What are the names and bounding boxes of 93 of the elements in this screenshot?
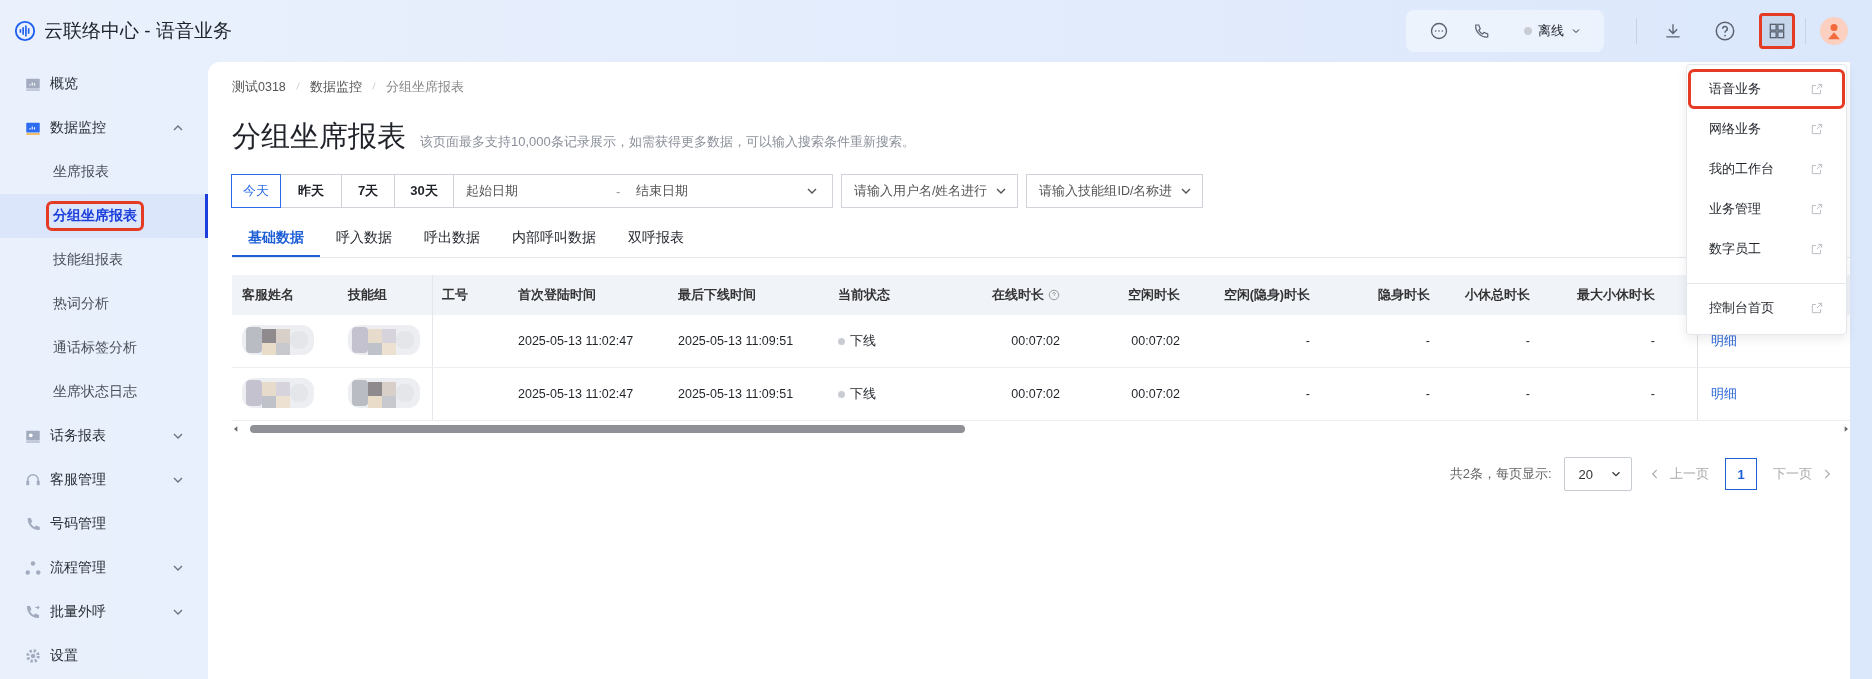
sidebar-item[interactable]: 号码管理 (0, 502, 208, 546)
sidebar-item[interactable]: 客服管理 (0, 458, 208, 502)
table-cell: 2025-05-13 11:02:47 (518, 334, 634, 348)
sidebar-item[interactable]: 设置 (0, 634, 208, 678)
logo-icon (14, 20, 36, 42)
scroll-right-icon (1842, 425, 1850, 433)
help-icon (1714, 20, 1736, 42)
status-label: 下线 (838, 332, 876, 350)
table-cell: - (1425, 334, 1430, 348)
sidebar-subitem[interactable]: 热词分析 (0, 282, 208, 326)
scrollbar-thumb[interactable] (250, 425, 965, 433)
phone-arrow-icon (24, 603, 42, 621)
date-preset-button[interactable]: 30天 (394, 174, 454, 208)
page-size-select[interactable]: 20 (1563, 457, 1632, 491)
column-header: 隐身时长 (1378, 286, 1430, 304)
total-count: 共2条，每页显示: (1449, 465, 1552, 483)
date-preset-button[interactable]: 昨天 (280, 174, 342, 208)
page-button[interactable]: 1 (1725, 458, 1757, 490)
external-link-icon (1810, 301, 1824, 315)
table-cell: 2025-05-13 11:09:51 (678, 334, 794, 348)
menu-item[interactable]: 网络业务 (1688, 109, 1845, 149)
page-note: 该页面最多支持10,000条记录展示，如需获得更多数据，可以输入搜索条件重新搜索。 (420, 133, 915, 151)
column-header: 空闲(隐身)时长 (1223, 286, 1310, 304)
date-preset-button[interactable]: 今天 (231, 174, 281, 208)
nodes-icon (24, 559, 42, 577)
tab[interactable]: 呼入数据 (320, 219, 408, 257)
external-link-icon (1810, 162, 1824, 176)
external-link-icon (1810, 122, 1824, 136)
sidebar-item[interactable]: 概览 (0, 62, 208, 106)
avatar[interactable] (1820, 17, 1848, 45)
column-header: 空闲时长 (1128, 286, 1180, 304)
table-cell: 00:07:02 (1131, 387, 1180, 401)
column-header: 在线时长 (992, 286, 1044, 304)
column-header: 小休总时长 (1465, 286, 1530, 304)
breadcrumb-link[interactable]: 数据监控 (309, 78, 362, 96)
phone-icon (1472, 22, 1490, 40)
scroll-left-icon (232, 425, 240, 433)
table-cell: - (1525, 387, 1530, 401)
tab[interactable]: 呼出数据 (408, 219, 496, 257)
menu-item[interactable]: 数字员工 (1688, 229, 1845, 269)
download-icon (1663, 21, 1683, 41)
table-cell: - (1650, 387, 1655, 401)
table-cell: 2025-05-13 11:02:47 (518, 387, 634, 401)
column-header: 最后下线时间 (678, 286, 756, 304)
table-cell: - (1425, 387, 1430, 401)
table-cell: - (1650, 334, 1655, 348)
detail-link[interactable]: 明细 (1711, 385, 1737, 403)
tab[interactable]: 双呼报表 (612, 219, 700, 257)
page-title: 分组坐席报表 (232, 119, 406, 154)
sidebar-subitem[interactable]: 技能组报表 (0, 238, 208, 282)
column-header: 技能组 (348, 286, 387, 304)
table-cell: 2025-05-13 11:09:51 (678, 387, 794, 401)
sidebar-subitem[interactable]: 坐席状态日志 (0, 370, 208, 414)
grid-icon (1767, 21, 1787, 41)
menu-item[interactable]: 控制台首页 (1688, 288, 1845, 328)
skill-group-select[interactable]: 请输入技能组ID/名称进 (1026, 174, 1204, 208)
menu-item[interactable]: 业务管理 (1688, 189, 1845, 229)
table-cell: 00:07:02 (1131, 334, 1180, 348)
date-range-field[interactable]: 起始日期 - 结束日期 (453, 174, 833, 208)
tab[interactable]: 内部呼叫数据 (496, 219, 612, 257)
column-header: 工号 (442, 286, 468, 304)
sidebar-item[interactable]: 话务报表 (0, 414, 208, 458)
status-dropdown[interactable]: 离线 (1512, 22, 1582, 40)
sidebar-subitem[interactable]: 通话标签分析 (0, 326, 208, 370)
menu-item[interactable]: 语音业务 (1688, 69, 1845, 109)
column-header: 最大小休时长 (1577, 286, 1655, 304)
tab[interactable]: 基础数据 (232, 219, 320, 257)
breadcrumb-link[interactable]: 测试0318 (232, 78, 286, 96)
status-label: 下线 (838, 385, 876, 403)
apps-button[interactable] (1759, 13, 1795, 49)
sidebar-subitem[interactable]: 分组坐席报表 (0, 194, 208, 238)
table-cell: - (1525, 334, 1530, 348)
external-link-icon (1810, 242, 1824, 256)
sidebar-subitem[interactable]: 坐席报表 (0, 150, 208, 194)
column-header: 当前状态 (838, 286, 890, 304)
table-cell: - (1305, 334, 1310, 348)
external-link-icon (1810, 82, 1824, 96)
external-link-icon (1810, 202, 1824, 216)
column-header: 客服姓名 (242, 286, 294, 304)
sidebar-item[interactable]: 流程管理 (0, 546, 208, 590)
table-cell: 00:07:02 (1011, 387, 1060, 401)
column-header: 首次登陆时间 (518, 286, 596, 304)
date-preset-button[interactable]: 7天 (341, 174, 395, 208)
chat-icon (1429, 21, 1449, 41)
gear-icon (24, 647, 42, 665)
menu-item[interactable]: 我的工作台 (1688, 149, 1845, 189)
table-cell: - (1305, 387, 1310, 401)
detail-link[interactable]: 明细 (1711, 332, 1737, 350)
app-title: 云联络中心 - 语音业务 (44, 19, 232, 43)
table-cell: 00:07:02 (1011, 334, 1060, 348)
user-select[interactable]: 请输入用户名/姓名进行 (841, 174, 1019, 208)
sidebar-item[interactable]: 数据监控 (0, 106, 208, 150)
sidebar-item[interactable]: 批量外呼 (0, 590, 208, 634)
